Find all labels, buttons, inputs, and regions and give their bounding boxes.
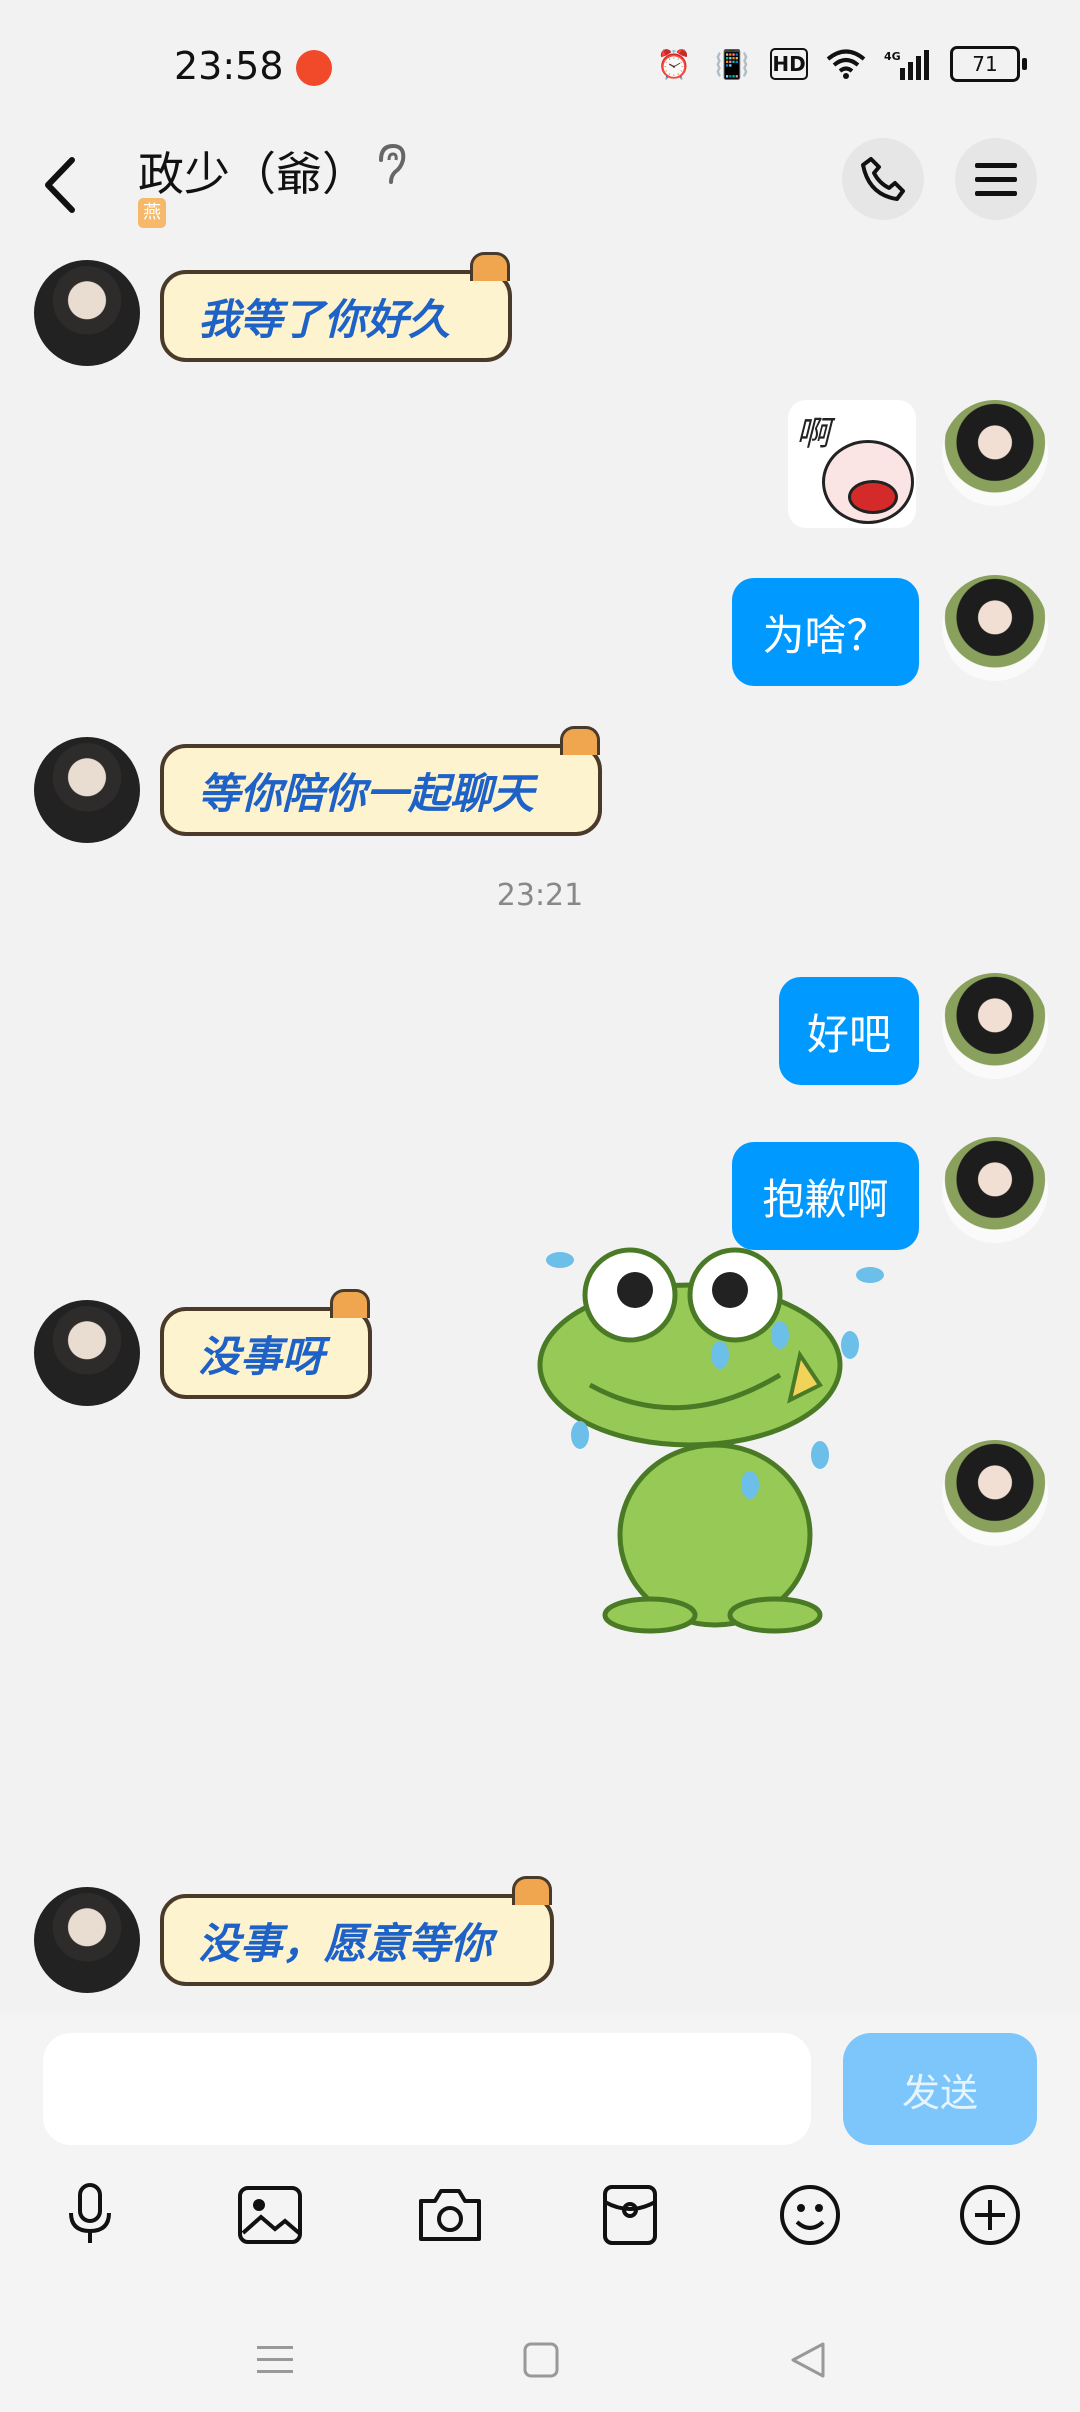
message-text: 抱歉啊 [762, 1174, 889, 1224]
sticker-message[interactable]: 啊 [788, 400, 916, 528]
avatar[interactable] [34, 1300, 140, 1406]
message-bubble[interactable]: 没事呀 [160, 1289, 372, 1399]
svg-text:4G: 4G [884, 50, 901, 63]
hd-icon: HD [770, 48, 808, 80]
chat-toolbar [0, 2175, 1080, 2265]
avatar[interactable] [34, 1887, 140, 1993]
message-bubble[interactable]: 等你陪你一起聊天 [160, 726, 602, 836]
sticker-text: 啊 [796, 414, 830, 454]
message-bubble[interactable]: 没事，愿意等你 [160, 1876, 554, 1986]
red-packet-icon[interactable] [590, 2175, 670, 2255]
status-icons: ⏰ 📳 HD 4G 71 [654, 44, 1027, 84]
wifi-icon [826, 44, 866, 84]
vibrate-icon: 📳 [714, 47, 750, 81]
plus-icon[interactable] [950, 2175, 1030, 2255]
message-bubble[interactable]: 抱歉啊 [732, 1142, 919, 1250]
ear-icon [373, 142, 413, 192]
message-bubble[interactable]: 为啥？ [732, 578, 919, 686]
cat-ears-icon [506, 1868, 556, 1905]
emoji-icon[interactable] [770, 2175, 850, 2255]
avatar[interactable] [942, 1137, 1048, 1243]
chat-title[interactable]: 政少（爺） [138, 138, 368, 204]
avatar[interactable] [942, 400, 1048, 506]
system-nav-bar [0, 2315, 1080, 2412]
cat-ears-icon [554, 718, 604, 755]
mic-icon[interactable] [50, 2175, 130, 2255]
battery-icon: 71 [950, 46, 1027, 82]
message-input[interactable] [43, 2033, 811, 2145]
recording-indicator-icon [296, 50, 332, 86]
alarm-icon: ⏰ [656, 47, 692, 81]
recent-apps-icon[interactable] [250, 2335, 300, 2385]
status-bar: 23:58 ⏰ 📳 HD 4G 71 [0, 0, 1080, 130]
message-text: 等你陪你一起聊天 [198, 768, 535, 818]
status-badge: 燕 [138, 198, 166, 228]
send-button[interactable]: 发送 [843, 2033, 1037, 2145]
camera-icon[interactable] [410, 2175, 490, 2255]
avatar[interactable] [942, 973, 1048, 1079]
message-text: 为啥？ [762, 610, 889, 660]
home-icon[interactable] [516, 2335, 566, 2385]
image-icon[interactable] [230, 2175, 310, 2255]
message-bubble[interactable]: 我等了你好久 [160, 252, 512, 362]
status-time: 23:58 [174, 44, 284, 88]
message-list[interactable]: 我等了你好久 啊 为啥？ 等你陪你一起聊天 23:21 好吧 抱歉啊 没事呀 没… [0, 240, 1080, 2015]
message-text: 没事，愿意等你 [198, 1918, 493, 1968]
input-area: 发送 [0, 2015, 1080, 2315]
cat-ears-icon [324, 1281, 374, 1318]
message-bubble[interactable]: 好吧 [779, 977, 919, 1085]
avatar[interactable] [942, 575, 1048, 681]
back-nav-icon[interactable] [782, 2335, 832, 2385]
call-button[interactable] [842, 138, 924, 220]
sticker-mouth [848, 480, 898, 514]
timestamp: 23:21 [496, 878, 584, 913]
frog-sticker[interactable] [520, 1235, 910, 1645]
signal-icon: 4G [884, 44, 932, 84]
message-text: 没事呀 [198, 1331, 325, 1381]
avatar[interactable] [942, 1440, 1048, 1546]
message-text: 好吧 [806, 1009, 891, 1059]
back-button[interactable] [34, 150, 104, 230]
avatar[interactable] [34, 737, 140, 843]
menu-button[interactable] [955, 138, 1037, 220]
message-text: 我等了你好久 [198, 294, 451, 344]
cat-ears-icon [464, 244, 514, 281]
avatar[interactable] [34, 260, 140, 366]
